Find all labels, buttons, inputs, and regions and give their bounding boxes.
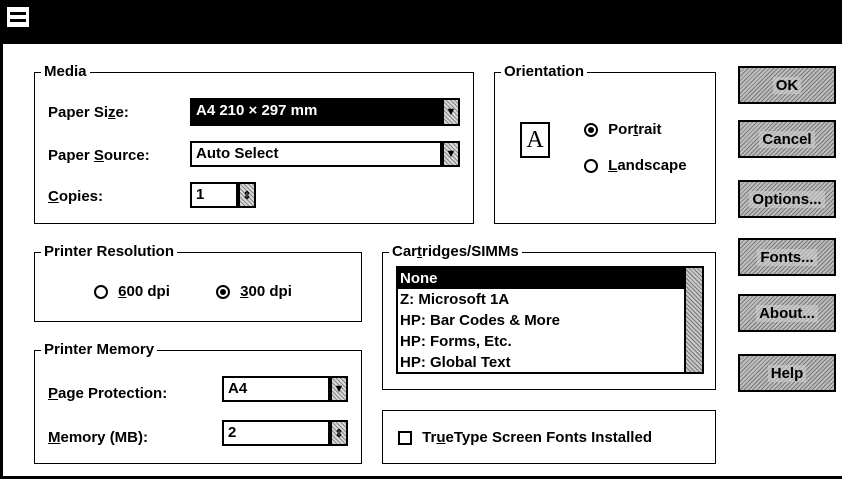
dpi-600-radio-indicator[interactable] <box>94 285 108 300</box>
paper-size-dropdown-arrow[interactable]: ▼ <box>442 98 460 126</box>
paper-source-select[interactable]: Auto Select <box>190 141 442 167</box>
list-item[interactable]: None <box>398 268 684 289</box>
system-menu-icon[interactable] <box>6 6 30 28</box>
copies-value: 1 <box>196 186 205 203</box>
page-protection-value: A4 <box>228 380 248 397</box>
copies-input[interactable]: 1 <box>190 182 238 208</box>
dpi-300-radio-indicator[interactable] <box>216 285 230 300</box>
paper-size-label: Paper Size: <box>48 104 129 121</box>
memory-label: Memory (MB): <box>48 429 149 446</box>
cartridges-legend: Cartridges/SIMMs <box>389 242 522 262</box>
cartridges-listbox[interactable]: None Z: Microsoft 1A HP: Bar Codes & Mor… <box>396 266 704 374</box>
truetype-checkbox[interactable]: TrueType Screen Fonts Installed <box>398 428 652 448</box>
copies-stepper[interactable]: ⇕ <box>238 182 256 208</box>
title-bar <box>0 0 842 44</box>
ok-button[interactable]: OK <box>738 66 836 104</box>
memory-input[interactable]: 2 <box>222 420 330 446</box>
options-button[interactable]: Options... <box>738 180 836 218</box>
help-button[interactable]: Help <box>738 354 836 392</box>
orientation-legend: Orientation <box>501 62 588 82</box>
cartridges-scrollbar[interactable] <box>684 268 702 372</box>
fonts-button[interactable]: Fonts... <box>738 238 836 276</box>
portrait-radio-indicator[interactable] <box>584 123 598 138</box>
truetype-checkbox-indicator[interactable] <box>398 431 412 446</box>
paper-source-label: Paper Source: <box>48 147 150 164</box>
printer-resolution-legend: Printer Resolution <box>41 242 178 262</box>
page-protection-dropdown-arrow[interactable]: ▼ <box>330 376 348 402</box>
portrait-page-icon: A <box>520 122 550 158</box>
dpi-300-radio[interactable]: 300 dpi <box>216 282 292 302</box>
memory-stepper[interactable]: ⇕ <box>330 420 348 446</box>
list-item[interactable]: HP: Forms, Etc. <box>398 331 684 352</box>
page-protection-select[interactable]: A4 <box>222 376 330 402</box>
paper-source-dropdown-arrow[interactable]: ▼ <box>442 141 460 167</box>
list-item[interactable]: HP: Bar Codes & More <box>398 310 684 331</box>
landscape-radio[interactable]: Landscape <box>584 156 687 176</box>
page-protection-label: Page Protection: <box>48 385 168 402</box>
copies-label: Copies: <box>48 188 104 205</box>
printer-memory-legend: Printer Memory <box>41 340 158 360</box>
portrait-radio[interactable]: Portrait <box>584 120 662 140</box>
printer-resolution-group: Printer Resolution <box>34 242 362 322</box>
paper-size-select[interactable]: A4 210 × 297 mm <box>190 98 442 126</box>
media-legend: Media <box>41 62 90 82</box>
list-item[interactable]: Z: Microsoft 1A <box>398 289 684 310</box>
paper-size-value: A4 210 × 297 mm <box>196 102 318 119</box>
dpi-600-radio[interactable]: 600 dpi <box>94 282 170 302</box>
about-button[interactable]: About... <box>738 294 836 332</box>
paper-source-value: Auto Select <box>196 145 279 162</box>
landscape-radio-indicator[interactable] <box>584 159 598 174</box>
list-item[interactable]: HP: Global Text <box>398 352 684 372</box>
cancel-button[interactable]: Cancel <box>738 120 836 158</box>
memory-value: 2 <box>228 424 237 441</box>
